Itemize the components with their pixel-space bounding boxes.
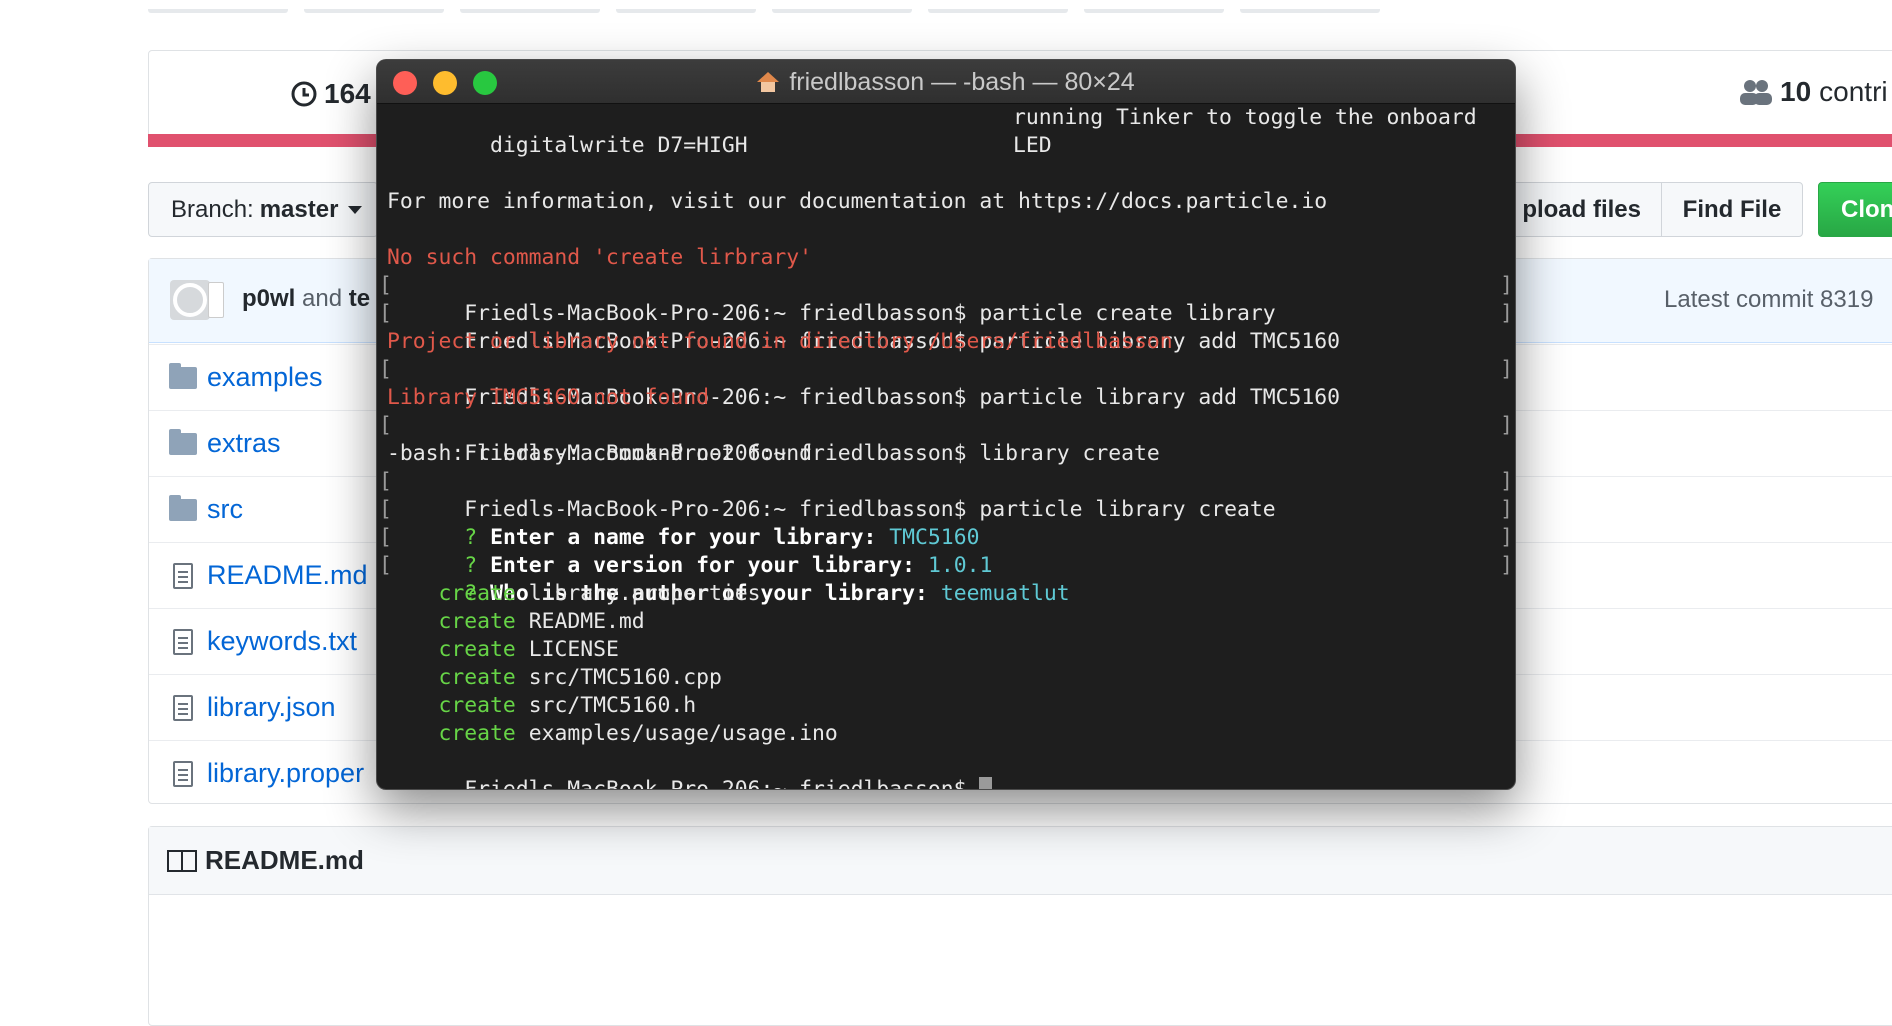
prompt: Friedls-MacBook-Pro-206:~ friedlbasson$ [464,777,980,790]
terminal-title-text: friedlbasson — -bash — 80×24 [789,67,1135,96]
file-name[interactable]: library.json [207,692,336,723]
contributors-count: 10 [1780,76,1812,107]
line-text: No such command 'create lirbrary' [387,245,812,270]
created-file: examples/usage/usage.ino [528,721,838,746]
top-nav-strip [148,0,1468,13]
contributors-label: contri [1819,76,1888,107]
readme-title: README.md [205,845,364,875]
create-word: create [438,665,516,690]
terminal-create-line: create src/TMC5160.cpp [387,664,1515,692]
book-icon [167,849,197,872]
line-text: Project or library not found in director… [387,329,1173,354]
terminal-output[interactable]: digitalwrite D7=HIGH running Tinker to t… [377,104,1515,789]
terminal-create-line: create examples/usage/usage.ino [387,720,1515,748]
terminal-command-line: [Friedls-MacBook-Pro-206:~ friedlbasson$… [379,273,1513,326]
line-text: For more information, visit our document… [387,189,1328,214]
terminal-question-line: [? Enter a name for your library: TMC516… [379,497,1513,550]
file-name[interactable]: keywords.txt [207,626,357,657]
terminal-line: -bash: library: command not found [387,440,1515,468]
terminal-error-line: No such command 'create lirbrary' [387,244,1515,272]
terminal-command-line: [Friedls-MacBook-Pro-206:~ friedlbasson$… [379,357,1513,410]
file-name[interactable]: src [207,494,243,525]
folder-icon [169,494,197,521]
avatar[interactable] [170,280,210,320]
create-word: create [438,637,516,662]
file-name[interactable]: extras [207,428,281,459]
clone-button[interactable]: Clon [1818,182,1892,237]
line-text: Library TMC5160 not found [387,385,709,410]
file-icon [173,562,193,589]
terminal-create-line: create library.properties [387,580,1515,608]
commits-count: 164 [324,78,371,109]
created-file: src/TMC5160.h [528,693,697,718]
terminal-error-line: Library TMC5160 not found [387,384,1515,412]
folder-icon [169,428,197,455]
terminal-command-line: [Friedls-MacBook-Pro-206:~ friedlbasson$… [379,301,1513,354]
terminal-create-line: create README.md [387,608,1515,636]
terminal-line: LED [387,132,1515,160]
folder-icon [169,362,197,389]
terminal-window[interactable]: friedlbasson — -bash — 80×24 digitalwrit… [376,59,1516,790]
branch-label: Branch: [171,195,254,223]
created-file: README.md [528,609,645,634]
branch-name: master [259,195,339,223]
terminal-command-line: [Friedls-MacBook-Pro-206:~ friedlbasson$… [379,469,1513,522]
commit-authors: p0wl and te [242,285,370,313]
home-icon [757,72,780,92]
created-file: src/TMC5160.cpp [528,665,722,690]
create-word: create [438,609,516,634]
avatar-secondary[interactable] [208,282,224,318]
create-word: create [438,581,516,606]
commit-other-author[interactable]: te [349,285,370,312]
terminal-question-line: [? Enter a version for your library: 1.0… [379,525,1513,578]
file-icon [173,760,193,787]
find-file-button[interactable]: Find File [1661,182,1803,237]
file-name[interactable]: library.proper [207,758,364,789]
file-name[interactable]: README.md [207,560,368,591]
terminal-prompt-line[interactable]: Friedls-MacBook-Pro-206:~ friedlbasson$ [387,748,1515,789]
people-icon [1740,80,1772,105]
line-text: -bash: library: command not found [387,441,812,466]
terminal-create-line: create LICENSE [387,636,1515,664]
caret-down-icon [348,205,363,214]
text-cursor [979,777,993,789]
history-icon [291,81,317,107]
branch-selector[interactable]: Branch: master [148,182,378,237]
latest-commit-label[interactable]: Latest commit 8319 [1664,286,1873,314]
terminal-error-line: Project or library not found in director… [387,328,1515,356]
file-icon [173,694,193,721]
created-file: library.properties [528,581,761,606]
terminal-question-line: [? Who is the author of your library: te… [379,553,1513,606]
readme-header: README.md [149,827,1892,895]
terminal-line: digitalwrite D7=HIGH running Tinker to t… [387,104,1515,158]
commit-author-link[interactable]: p0wl [242,285,295,312]
file-icon [173,628,193,655]
terminal-line: For more information, visit our document… [387,188,1515,216]
line-text: running Tinker to toggle the onboard [1013,105,1477,130]
create-word: create [438,721,516,746]
line-text: LED [1013,133,1052,158]
terminal-title: friedlbasson — -bash — 80×24 [377,60,1515,104]
create-word: create [438,693,516,718]
terminal-create-line: create src/TMC5160.h [387,692,1515,720]
file-name[interactable]: examples [207,362,323,393]
contributors-stat[interactable]: 10 contri [1740,76,1888,108]
terminal-titlebar[interactable]: friedlbasson — -bash — 80×24 [377,60,1515,104]
commits-stat[interactable]: 164 [290,78,371,110]
created-file: LICENSE [528,637,619,662]
terminal-command-line: [Friedls-MacBook-Pro-206:~ friedlbasson$… [379,413,1513,466]
commit-and: and [302,285,343,312]
